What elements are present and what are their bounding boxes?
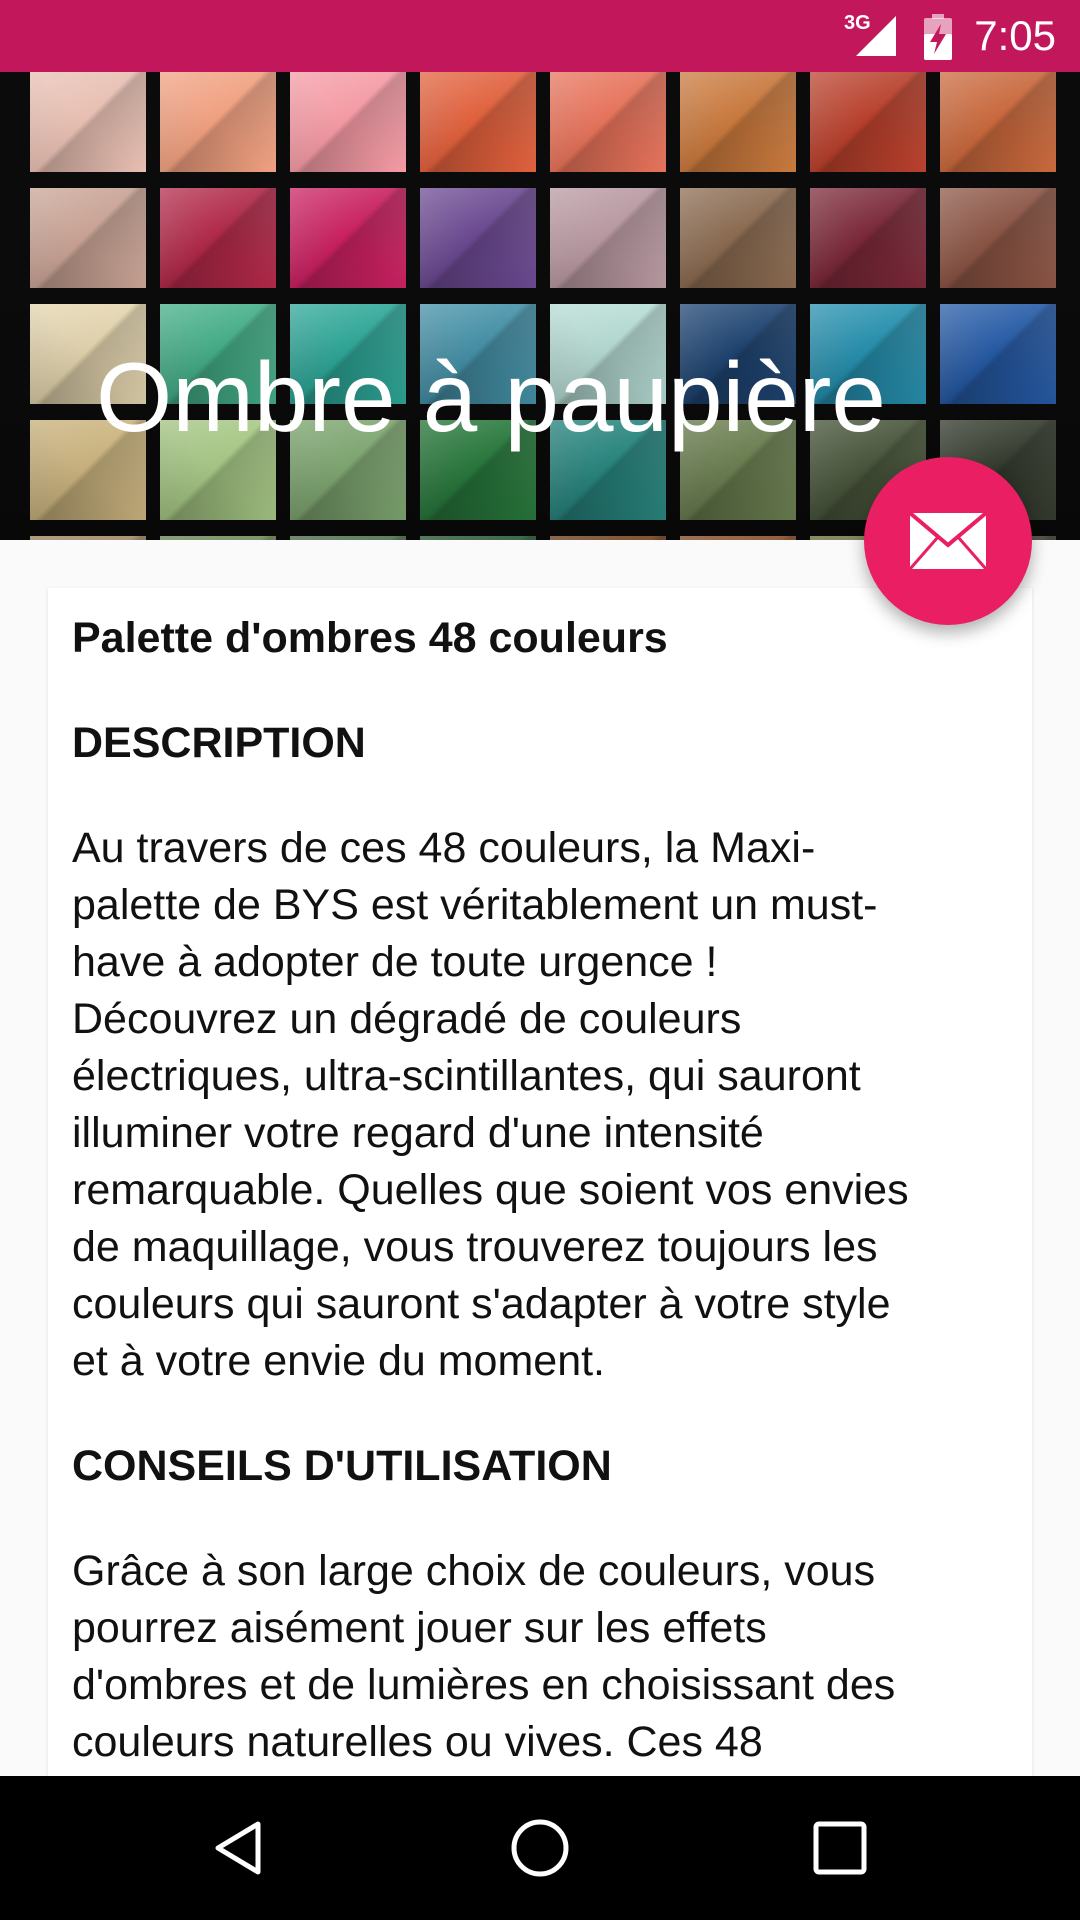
- recents-icon[interactable]: [812, 1820, 868, 1876]
- product-card: Palette d'ombres 48 couleurs DESCRIPTION…: [48, 588, 1032, 1778]
- product-title: Palette d'ombres 48 couleurs: [72, 614, 668, 662]
- description-heading: DESCRIPTION: [72, 719, 366, 767]
- home-icon[interactable]: [508, 1816, 572, 1880]
- back-icon[interactable]: [210, 1818, 270, 1878]
- usage-text: Grâce à son large choix de couleurs, vou…: [72, 1547, 896, 1766]
- status-bar: 3G 7:05: [0, 0, 1080, 72]
- page-title: Ombre à paupière: [96, 342, 886, 452]
- battery-charging-icon: [924, 14, 952, 60]
- send-email-button[interactable]: [864, 457, 1032, 625]
- status-time: 7:05: [974, 12, 1056, 59]
- navigation-bar: [0, 1776, 1080, 1920]
- description-text: Au travers de ces 48 couleurs, la Maxi- …: [72, 824, 909, 1385]
- mail-icon: [908, 511, 988, 570]
- usage-heading: CONSEILS D'UTILISATION: [72, 1442, 612, 1490]
- cellular-signal-icon: [856, 16, 896, 56]
